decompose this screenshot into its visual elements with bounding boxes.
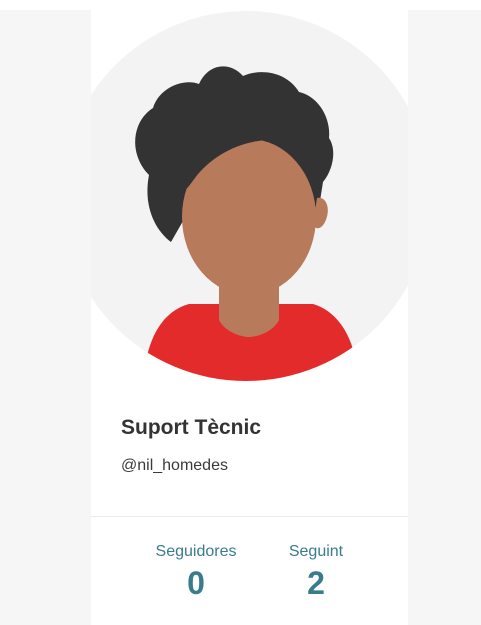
followers-count: 0 bbox=[187, 565, 205, 601]
user-name: Suport Tècnic bbox=[121, 416, 262, 439]
avatar[interactable] bbox=[91, 10, 408, 385]
divider bbox=[91, 516, 408, 517]
user-handle: @nil_homedes bbox=[121, 457, 228, 474]
top-strip bbox=[0, 0, 481, 10]
following-count: 2 bbox=[307, 565, 325, 601]
followers-label: Seguidores bbox=[155, 543, 237, 560]
user-avatar-icon bbox=[91, 11, 408, 381]
following-stat[interactable]: Seguint 2 bbox=[261, 543, 371, 599]
profile-card: Suport Tècnic @nil_homedes Seguidores 0 … bbox=[91, 10, 408, 625]
followers-stat[interactable]: Seguidores 0 bbox=[141, 543, 251, 599]
following-label: Seguint bbox=[288, 543, 344, 560]
